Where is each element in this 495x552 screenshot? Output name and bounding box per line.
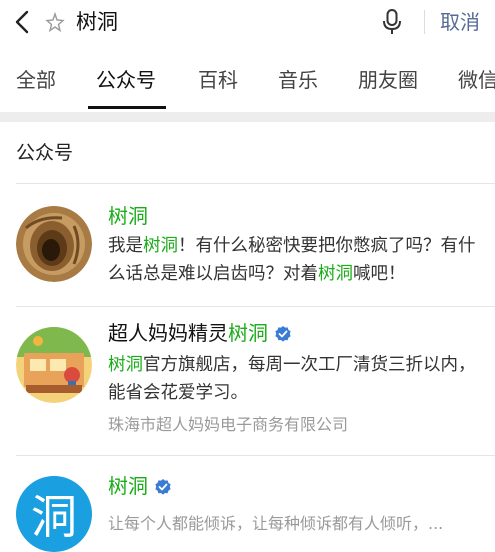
search-input[interactable]: 树洞 bbox=[76, 8, 118, 36]
search-bar: 树洞 取消 bbox=[0, 0, 495, 48]
active-tab-indicator bbox=[88, 106, 166, 109]
verified-badge-icon bbox=[155, 479, 171, 495]
result-company: 珠海市超人妈妈电子商务有限公司 bbox=[108, 415, 349, 434]
search-divider bbox=[424, 10, 425, 34]
verified-badge-icon bbox=[275, 326, 291, 342]
category-tabs: 全部 公众号 百科 音乐 朋友圈 微信 bbox=[0, 52, 495, 110]
result-description: 我是树洞！有什么秘密快要把你憋疯了吗？有什么话总是难以启齿吗？对着树洞喊吧！ bbox=[108, 232, 484, 288]
desc-keyword: 树洞 bbox=[318, 264, 353, 284]
tab-moments[interactable]: 朋友圈 bbox=[358, 66, 418, 94]
desc-text: 官方旗舰店，每周一次工厂清货三折以内，能省会花爱学习。 bbox=[108, 355, 476, 403]
cancel-button[interactable]: 取消 bbox=[440, 8, 480, 36]
result-item-shudong-2[interactable]: 洞 树洞 让每个人都能倾诉，让每种倾诉都有人倾听，... bbox=[0, 456, 495, 552]
star-search-icon bbox=[45, 11, 65, 33]
desc-keyword: 树洞 bbox=[108, 355, 143, 375]
result-item-shudong[interactable]: 树洞 我是树洞！有什么秘密快要把你憋疯了吗？有什么话总是难以启齿吗？对着树洞喊吧… bbox=[0, 184, 495, 306]
result-description: 树洞官方旗舰店，每周一次工厂清货三折以内，能省会花爱学习。 bbox=[108, 351, 484, 407]
tab-wechat[interactable]: 微信 bbox=[458, 66, 495, 94]
tab-encyclopedia[interactable]: 百科 bbox=[198, 66, 238, 94]
tab-all[interactable]: 全部 bbox=[16, 66, 56, 94]
result-item-superman-mom[interactable]: 超人妈妈精灵树洞 树洞官方旗舰店，每周一次工厂清货三折以内，能省会花爱学习。 珠… bbox=[0, 307, 495, 455]
avatar-tree-hole bbox=[16, 206, 92, 282]
title-text: 超人妈妈精灵 bbox=[108, 321, 228, 345]
result-title: 树洞 bbox=[108, 204, 148, 228]
avatar-store-illustration bbox=[16, 327, 92, 403]
desc-keyword: 树洞 bbox=[143, 236, 178, 256]
section-gap bbox=[0, 112, 495, 122]
desc-text: 喊吧！ bbox=[353, 264, 406, 284]
result-title: 超人妈妈精灵树洞 bbox=[108, 319, 292, 347]
microphone-icon[interactable] bbox=[382, 8, 402, 36]
title-keyword: 树洞 bbox=[228, 321, 268, 345]
desc-text: 我是 bbox=[108, 236, 143, 256]
chevron-left-icon[interactable] bbox=[10, 8, 34, 36]
result-title: 树洞 bbox=[108, 472, 172, 500]
tab-official-accounts[interactable]: 公众号 bbox=[96, 66, 156, 94]
result-description: 让每个人都能倾诉，让每种倾诉都有人倾听，... bbox=[108, 514, 444, 533]
title-keyword: 树洞 bbox=[108, 474, 148, 498]
avatar-char: 洞 bbox=[31, 490, 77, 544]
section-title: 公众号 bbox=[16, 142, 74, 164]
avatar-dong: 洞 bbox=[16, 476, 92, 552]
tab-music[interactable]: 音乐 bbox=[278, 66, 318, 94]
